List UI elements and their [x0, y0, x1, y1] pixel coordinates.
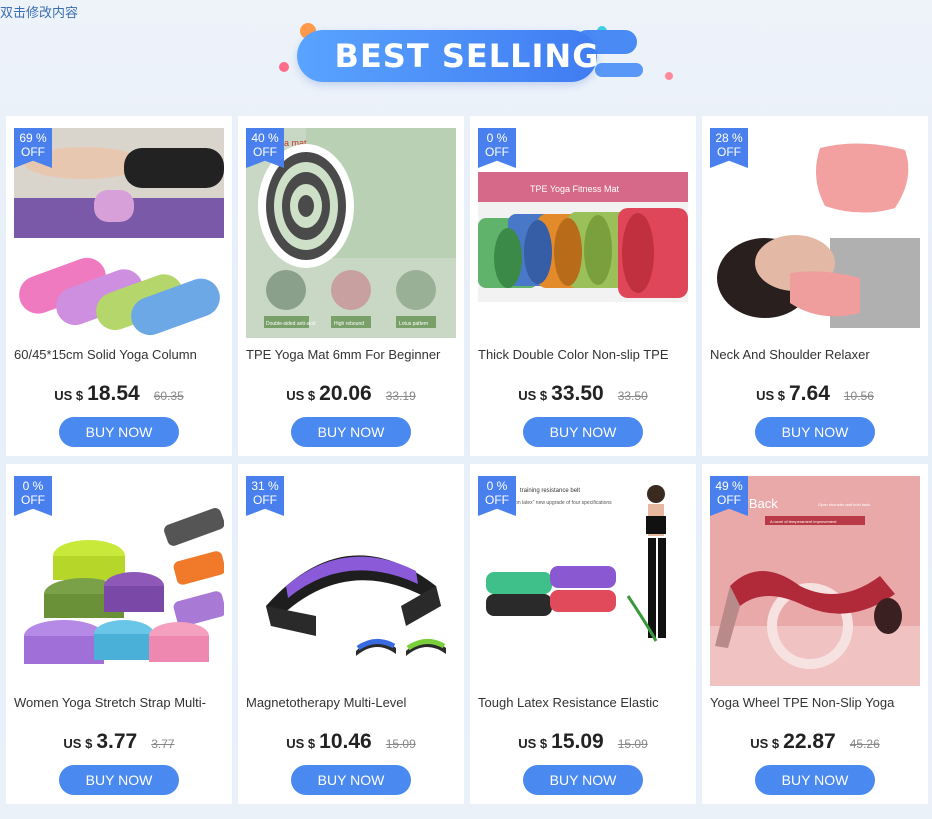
product-card[interactable]: 28 % OFF Neck And Shoulder Relaxer US $ 7…	[702, 116, 928, 456]
mat-caption-1: Double-sided anti-skid	[266, 321, 316, 327]
discount-percent: 49 %	[715, 479, 743, 493]
product-name[interactable]: Women Yoga Stretch Strap Multi-	[14, 695, 226, 710]
original-price: 10.56	[843, 389, 874, 403]
price-row: US $22.87 45.26	[702, 730, 928, 754]
product-card[interactable]: training resistance belt ion latex" new …	[470, 464, 696, 804]
bands-text-line1: training resistance belt	[520, 488, 580, 494]
pink-dot-decoration	[279, 62, 289, 72]
buy-now-button[interactable]: BUY NOW	[755, 417, 875, 447]
product-grid: 69 % OFF 60/45*15cm Solid Yoga Column US…	[6, 116, 928, 804]
buy-now-button[interactable]: BUY NOW	[291, 765, 411, 795]
product-name[interactable]: Magnetotherapy Multi-Level	[246, 695, 458, 710]
product-name[interactable]: Thick Double Color Non-slip TPE	[478, 347, 690, 362]
product-name[interactable]: Neck And Shoulder Relaxer	[710, 347, 922, 362]
product-card[interactable]: oga mat Double-sided anti-skid High rebo…	[238, 116, 464, 456]
original-price: 15.09	[385, 737, 416, 751]
currency: US $	[286, 736, 316, 751]
discount-percent: 28 %	[715, 131, 743, 145]
discount-percent: 69 %	[19, 131, 47, 145]
discount-percent: 0 %	[22, 479, 44, 493]
current-price: 33.50	[551, 382, 604, 405]
product-card[interactable]: 0 % OFF Women Yoga Stretch Strap Multi- …	[6, 464, 232, 804]
current-price: 20.06	[319, 382, 372, 405]
product-card[interactable]: 69 % OFF 60/45*15cm Solid Yoga Column US…	[6, 116, 232, 456]
price-row: US $33.50 33.50	[470, 382, 696, 406]
current-price: 18.54	[87, 382, 140, 405]
discount-off-label: OFF	[21, 493, 45, 507]
discount-off-label: OFF	[253, 145, 277, 159]
currency: US $	[63, 736, 93, 751]
buy-now-button[interactable]: BUY NOW	[59, 765, 179, 795]
price-row: US $3.77 3.77	[6, 730, 232, 754]
product-card[interactable]: 31 % OFF Magnetotherapy Multi-Level US $…	[238, 464, 464, 804]
buy-now-button[interactable]: BUY NOW	[755, 765, 875, 795]
small-pink-dot-decoration	[665, 72, 673, 80]
discount-percent: 31 %	[251, 479, 279, 493]
product-card[interactable]: d Back Open shoulder and hold back A nov…	[702, 464, 928, 804]
rolled-mats-header-text: TPE Yoga Fitness Mat	[530, 184, 620, 194]
currency: US $	[54, 388, 84, 403]
product-name[interactable]: TPE Yoga Mat 6mm For Beginner	[246, 347, 458, 362]
price-row: US $20.06 33.19	[238, 382, 464, 406]
current-price: 10.46	[319, 730, 372, 753]
price-row: US $18.54 60.35	[6, 382, 232, 406]
wheel-sub-text-1: Open shoulder and hold back	[818, 502, 870, 507]
buy-now-button[interactable]: BUY NOW	[523, 765, 643, 795]
mat-caption-2: High rebound	[334, 321, 364, 327]
edit-hint: 双击修改内容	[0, 6, 79, 21]
discount-percent: 40 %	[251, 131, 279, 145]
price-row: US $15.09 15.09	[470, 730, 696, 754]
currency: US $	[756, 388, 785, 403]
current-price: 7.64	[789, 382, 830, 405]
product-card[interactable]: TPE Yoga Fitness Mat 0 % OFF Thick Doubl…	[470, 116, 696, 456]
currency: US $	[518, 736, 548, 751]
original-price: 60.35	[153, 389, 184, 403]
original-price: 45.26	[849, 737, 880, 751]
wheel-sub-text-2: A novel of temperament improvement	[770, 519, 837, 524]
original-price: 33.19	[385, 389, 416, 403]
original-price: 15.09	[617, 737, 648, 751]
currency: US $	[286, 388, 316, 403]
original-price: 3.77	[151, 737, 175, 751]
price-row: US $ 7.64 10.56	[702, 382, 928, 406]
banner-title: BEST SELLING	[334, 37, 600, 75]
product-name[interactable]: Yoga Wheel TPE Non-Slip Yoga	[710, 695, 922, 710]
discount-off-label: OFF	[253, 493, 277, 507]
currency: US $	[518, 388, 548, 403]
price-row: US $10.46 15.09	[238, 730, 464, 754]
current-price: 15.09	[551, 730, 604, 753]
mat-caption-3: Lotus pattern	[399, 321, 428, 327]
discount-off-label: OFF	[717, 145, 741, 159]
original-price: 33.50	[617, 389, 648, 403]
discount-off-label: OFF	[21, 145, 45, 159]
discount-off-label: OFF	[485, 145, 509, 159]
current-price: 3.77	[96, 730, 138, 753]
product-name[interactable]: Tough Latex Resistance Elastic	[478, 695, 690, 710]
currency: US $	[750, 736, 780, 751]
discount-percent: 0 %	[486, 479, 508, 493]
product-name[interactable]: 60/45*15cm Solid Yoga Column	[14, 347, 226, 362]
current-price: 22.87	[783, 730, 836, 753]
best-selling-banner: BEST SELLING	[275, 18, 675, 88]
discount-off-label: OFF	[485, 493, 509, 507]
buy-now-button[interactable]: BUY NOW	[59, 417, 179, 447]
discount-off-label: OFF	[717, 493, 741, 507]
buy-now-button[interactable]: BUY NOW	[523, 417, 643, 447]
discount-percent: 0 %	[486, 131, 508, 145]
bands-text-line2: ion latex" new upgrade of four specifica…	[514, 500, 612, 506]
buy-now-button[interactable]: BUY NOW	[291, 417, 411, 447]
